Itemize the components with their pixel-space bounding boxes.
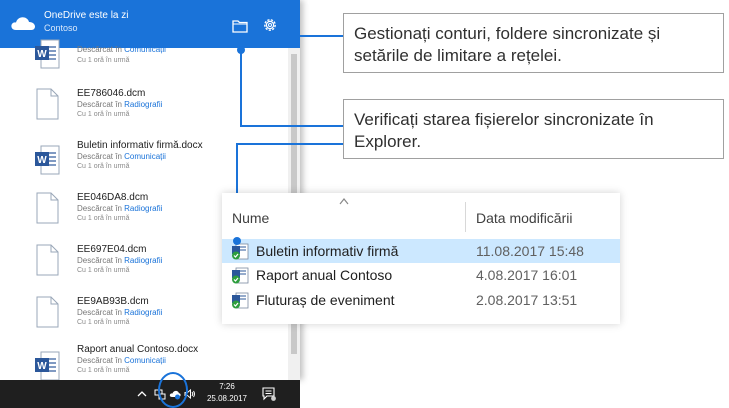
word-doc-icon: W bbox=[35, 145, 60, 175]
onedrive-tray-highlight-circle bbox=[158, 372, 188, 408]
file-status: Descărcat în Radiografii bbox=[77, 100, 163, 109]
explorer-file-name: Fluturaș de eveniment bbox=[256, 292, 395, 308]
file-name: EE697E04.dcm bbox=[77, 244, 147, 255]
file-location-link[interactable]: Radiografii bbox=[124, 256, 162, 265]
explorer-file-date: 11.08.2017 15:48 bbox=[476, 243, 584, 259]
word-doc-synced-icon bbox=[232, 243, 249, 260]
callout-anchor-dot bbox=[237, 46, 245, 54]
file-time: Cu 1 oră în urmă bbox=[77, 111, 130, 118]
file-name: EE9AB93B.dcm bbox=[77, 296, 149, 307]
callout-connector-line bbox=[236, 143, 343, 145]
column-divider[interactable] bbox=[465, 202, 466, 232]
callout-connector-line bbox=[240, 125, 343, 127]
column-header-name[interactable]: Nume bbox=[232, 210, 269, 226]
generic-file-icon bbox=[36, 296, 59, 328]
svg-text:W: W bbox=[37, 361, 47, 372]
file-name: Buletin informativ firmă.docx bbox=[77, 140, 203, 151]
file-location-link[interactable]: Radiografii bbox=[124, 308, 162, 317]
callout-connector-line bbox=[240, 50, 242, 126]
callout-anchor-dot bbox=[233, 237, 241, 245]
action-center-icon[interactable] bbox=[262, 387, 276, 401]
screenshot-stage: OneDrive este la zi Contoso W Descărcat … bbox=[0, 0, 729, 408]
word-doc-synced-icon bbox=[232, 267, 249, 284]
generic-file-icon bbox=[36, 244, 59, 276]
explorer-file-row[interactable]: Fluturaș de eveniment 2.08.2017 13:51 bbox=[222, 288, 620, 312]
callout-explorer-status: Verificați starea fișierelor sincronizat… bbox=[343, 99, 724, 159]
onedrive-status-title: OneDrive este la zi bbox=[44, 10, 129, 21]
activity-list-item[interactable]: EE786046.dcm Descărcat în Radiografii Cu… bbox=[0, 84, 288, 142]
callout-connector-line bbox=[297, 35, 343, 37]
file-status: Descărcat în Comunicații bbox=[77, 152, 166, 161]
file-time: Cu 1 oră în urmă bbox=[77, 163, 130, 170]
explorer-file-name: Buletin informativ firmă bbox=[256, 243, 399, 259]
chevron-up-icon[interactable] bbox=[136, 388, 148, 400]
word-doc-synced-icon bbox=[232, 292, 249, 309]
word-doc-icon: W bbox=[35, 39, 60, 69]
explorer-file-name: Raport anual Contoso bbox=[256, 267, 393, 283]
explorer-file-date: 2.08.2017 13:51 bbox=[476, 292, 578, 308]
file-time: Cu 1 oră în urmă bbox=[77, 319, 130, 326]
callout-account-settings: Gestionați conturi, foldere sincronizate… bbox=[343, 13, 724, 73]
explorer-file-row[interactable]: Raport anual Contoso 4.08.2017 16:01 bbox=[222, 263, 620, 287]
svg-text:W: W bbox=[37, 49, 47, 60]
windows-taskbar: 7:26 25.08.2017 bbox=[0, 380, 300, 408]
file-time: Cu 1 oră în urmă bbox=[77, 267, 130, 274]
file-name: EE786046.dcm bbox=[77, 88, 146, 99]
generic-file-icon bbox=[36, 88, 59, 120]
file-explorer-window: Nume Data modificării Buletin informativ… bbox=[222, 193, 620, 324]
generic-file-icon bbox=[36, 192, 59, 224]
explorer-column-header: Nume Data modificării bbox=[222, 193, 620, 234]
file-location-link[interactable]: Comunicații bbox=[124, 152, 166, 161]
file-name: EE046DA8.dcm bbox=[77, 192, 149, 203]
file-location-link[interactable]: Comunicații bbox=[124, 45, 166, 54]
file-status: Descărcat în Comunicații bbox=[77, 356, 166, 365]
word-doc-icon: W bbox=[35, 351, 60, 380]
file-location-link[interactable]: Radiografii bbox=[124, 100, 162, 109]
sort-ascending-icon bbox=[339, 198, 349, 205]
explorer-file-date: 4.08.2017 16:01 bbox=[476, 267, 578, 283]
taskbar-clock-time[interactable]: 7:26 bbox=[207, 382, 247, 392]
explorer-file-row[interactable]: Buletin informativ firmă 11.08.2017 15:4… bbox=[222, 239, 620, 263]
file-status: Descărcat în Comunicații bbox=[77, 45, 166, 54]
file-time: Cu 1 oră în urmă bbox=[77, 215, 130, 222]
file-time: Cu 1 oră în urmă bbox=[77, 367, 130, 374]
file-name: Raport anual Contoso.docx bbox=[77, 344, 199, 355]
activity-list-item[interactable]: W Descărcat în Comunicații Cu 1 oră în u… bbox=[0, 26, 288, 84]
column-header-date-modified[interactable]: Data modificării bbox=[476, 210, 572, 226]
file-location-link[interactable]: Comunicații bbox=[124, 356, 166, 365]
file-time: Cu 1 oră în urmă bbox=[77, 57, 130, 64]
taskbar-clock-date[interactable]: 25.08.2017 bbox=[203, 394, 251, 404]
file-status: Descărcat în Radiografii bbox=[77, 204, 163, 213]
file-status: Descărcat în Radiografii bbox=[77, 256, 163, 265]
svg-text:W: W bbox=[37, 155, 47, 166]
file-status: Descărcat în Radiografii bbox=[77, 308, 163, 317]
file-location-link[interactable]: Radiografii bbox=[124, 204, 162, 213]
activity-list-item[interactable]: W Raport anual Contoso.docx Descărcat în… bbox=[0, 342, 288, 380]
